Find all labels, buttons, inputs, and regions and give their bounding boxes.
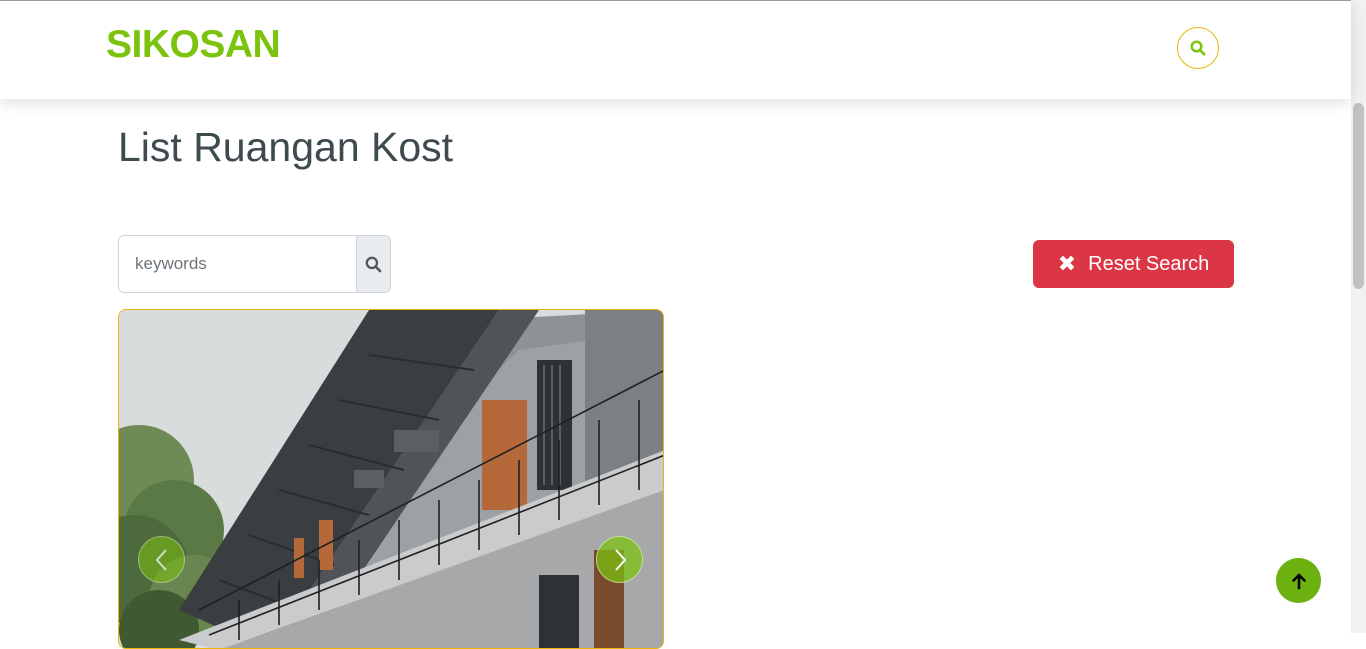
search-form — [118, 235, 391, 293]
reset-search-label: Reset Search — [1088, 252, 1210, 275]
page-title: List Ruangan Kost — [118, 124, 454, 170]
carousel-next-button[interactable] — [596, 536, 643, 583]
reset-search-button[interactable]: ✖ Reset Search — [1033, 240, 1234, 288]
carousel-prev-button[interactable] — [138, 536, 185, 583]
search-submit-button[interactable] — [356, 236, 390, 292]
page-scrollbar[interactable] — [1351, 0, 1366, 633]
scrollbar-thumb[interactable] — [1353, 103, 1364, 289]
chevron-left-icon — [155, 548, 167, 571]
search-icon — [1190, 40, 1206, 56]
search-input[interactable] — [119, 236, 356, 292]
arrow-up-icon — [1291, 573, 1306, 589]
brand-logo[interactable]: SIKOSAN — [106, 23, 281, 67]
search-icon — [365, 256, 382, 272]
back-to-top-button[interactable] — [1276, 558, 1321, 603]
site-header: SIKOSAN — [0, 0, 1351, 99]
header-search-button[interactable] — [1177, 27, 1219, 69]
room-image — [119, 310, 663, 648]
chevron-right-icon — [614, 548, 626, 571]
room-card[interactable] — [118, 309, 664, 649]
close-icon: ✖ — [1057, 251, 1077, 276]
